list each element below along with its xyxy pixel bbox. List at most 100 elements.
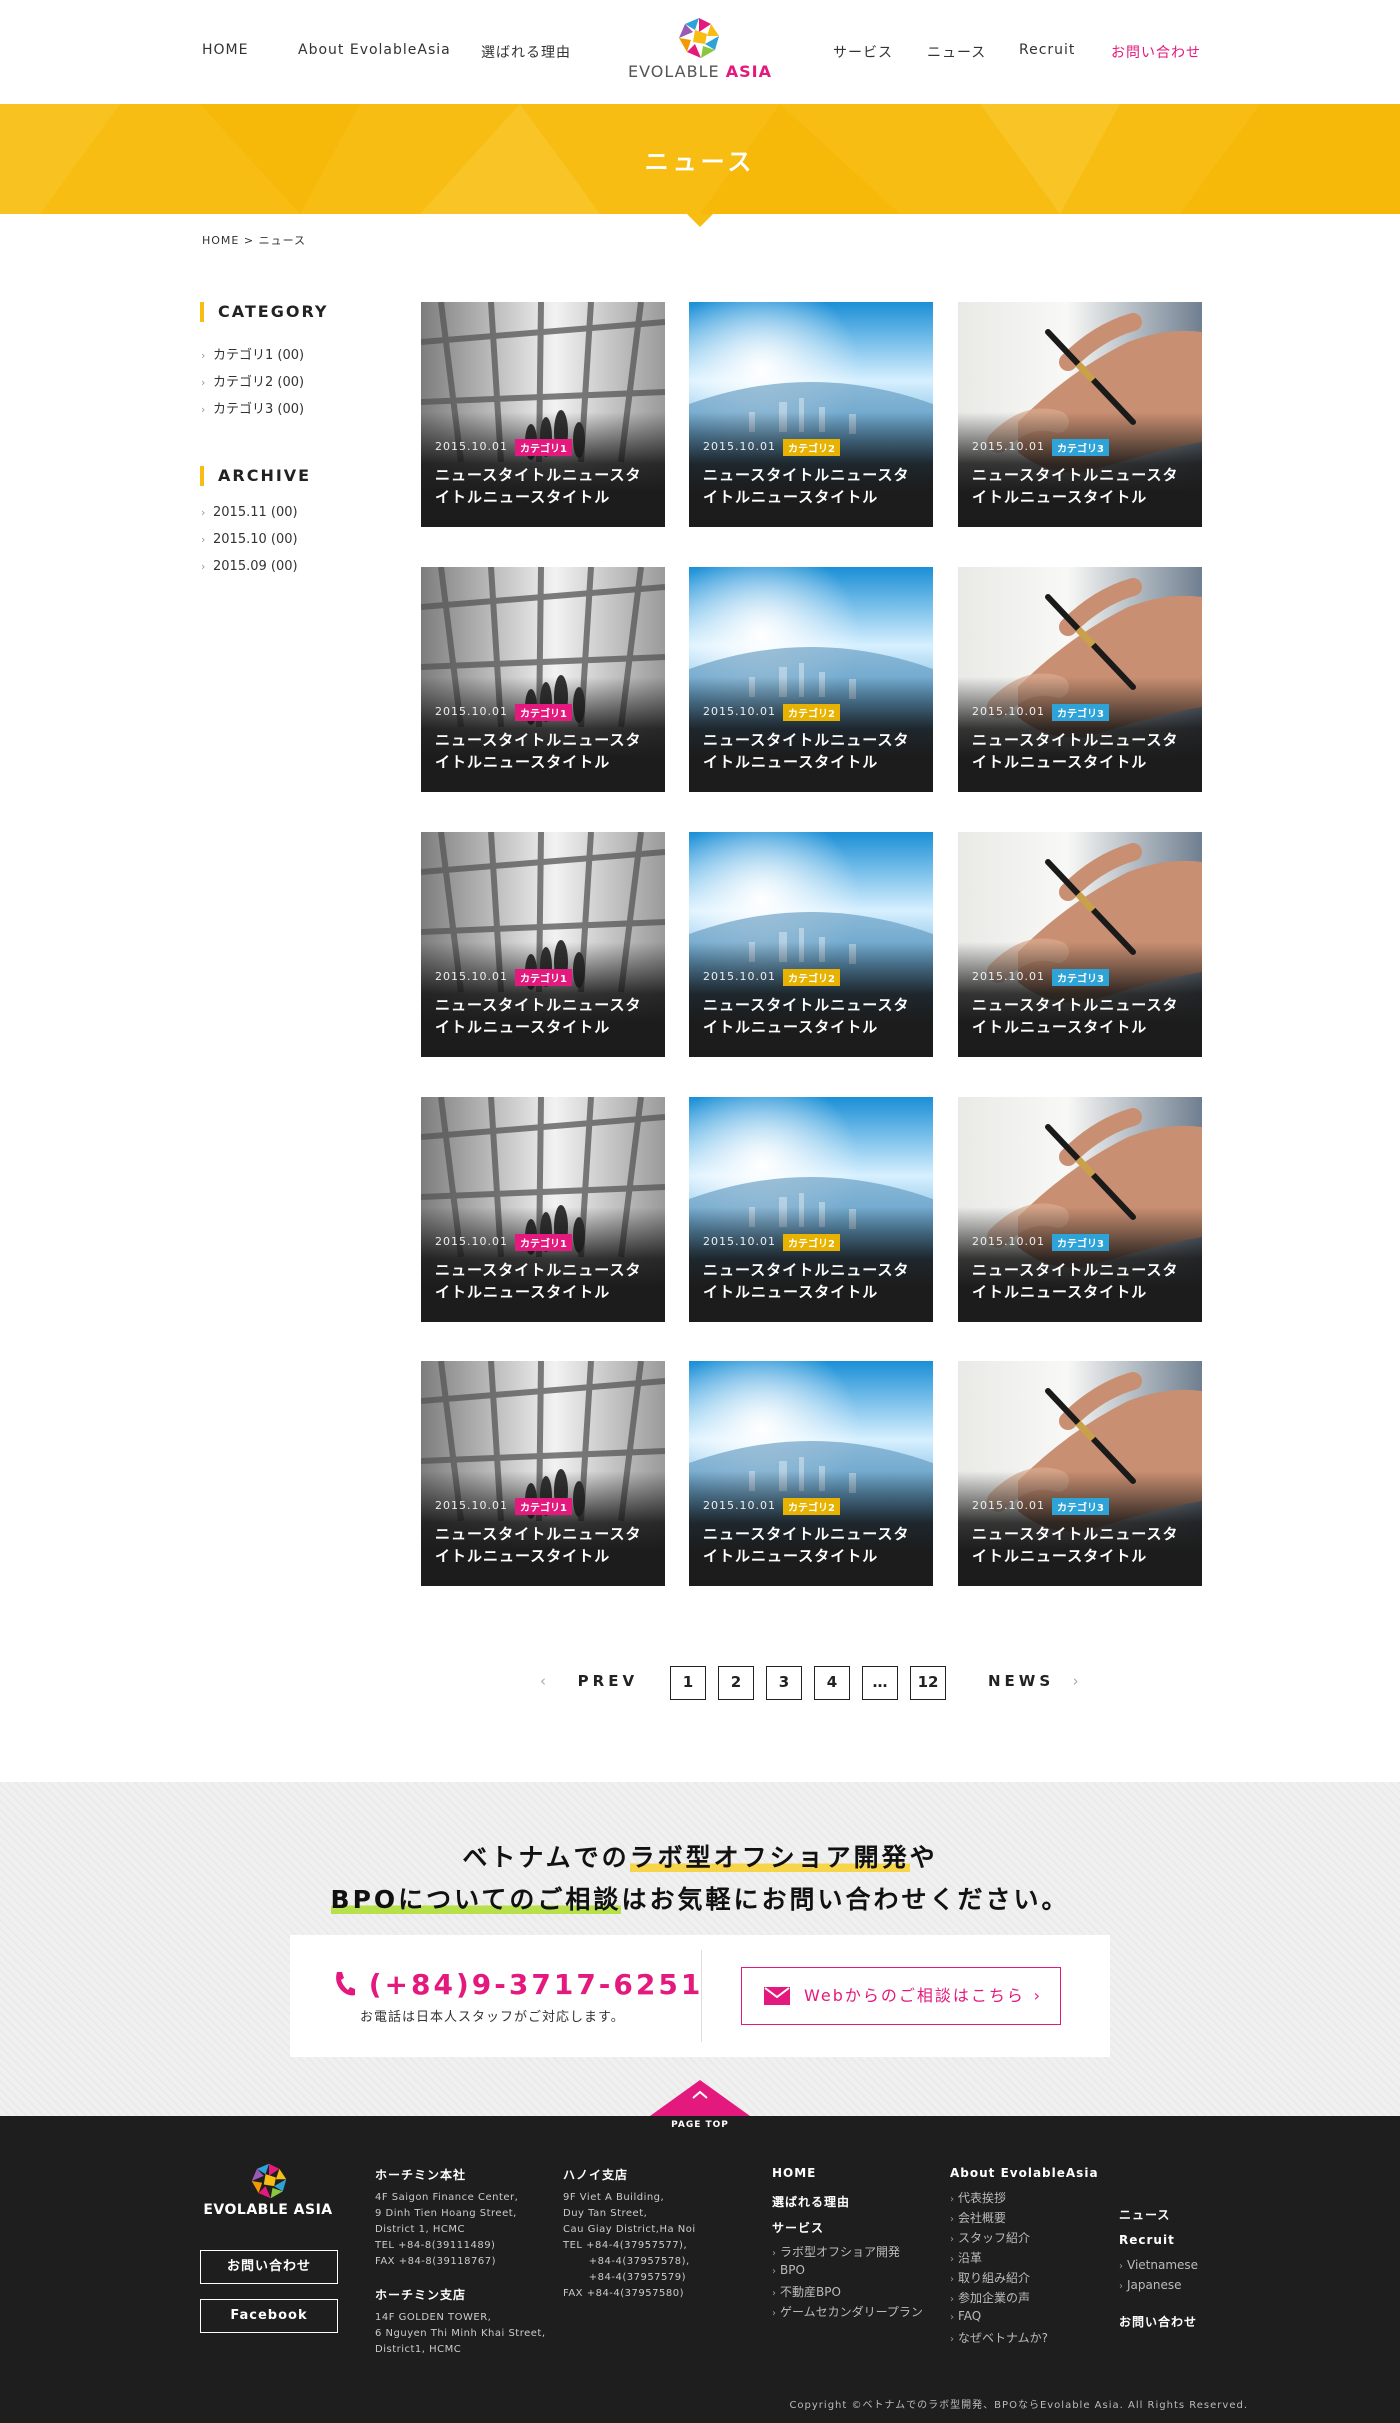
footer-facebook-button[interactable]: Facebook bbox=[200, 2299, 338, 2333]
chevron-right-icon: › bbox=[950, 2294, 954, 2305]
news-date: 2015.10.01 bbox=[435, 1235, 508, 1248]
footer-link-service[interactable]: サービス bbox=[772, 2219, 824, 2236]
footer-about-item[interactable]: › 取り組み紹介 bbox=[950, 2269, 1030, 2286]
news-card[interactable]: 2015.10.01 カテゴリ1 ニュースタイトルニュースタイトルニュースタイトル bbox=[421, 832, 665, 1057]
category-item[interactable]: › カテゴリ2 (00) bbox=[201, 371, 304, 390]
nav-reason[interactable]: 選ばれる理由 bbox=[481, 42, 571, 62]
news-title: ニュースタイトルニュースタイトルニュースタイトル bbox=[435, 731, 642, 771]
footer-about-heading[interactable]: About EvolableAsia bbox=[950, 2166, 1099, 2180]
news-date: 2015.10.01 bbox=[972, 705, 1045, 718]
footer-link-news[interactable]: ニュース bbox=[1119, 2206, 1170, 2223]
page-top-button[interactable] bbox=[650, 2080, 750, 2116]
news-title: ニュースタイトルニュースタイトルニュースタイトル bbox=[703, 731, 910, 771]
footer-link-home[interactable]: HOME bbox=[772, 2166, 816, 2180]
chevron-right-icon: › bbox=[201, 560, 206, 573]
news-card[interactable]: 2015.10.01 カテゴリ2 ニュースタイトルニュースタイトルニュースタイトル bbox=[689, 567, 933, 792]
chevron-right-icon: › bbox=[772, 2308, 776, 2319]
footer-link-recruit[interactable]: Recruit bbox=[1119, 2233, 1175, 2247]
category-tag: カテゴリ1 bbox=[515, 1498, 572, 1515]
nav-about[interactable]: About EvolableAsia bbox=[298, 42, 451, 58]
chevron-right-icon: › bbox=[201, 376, 206, 389]
footer-service-item[interactable]: › 不動産BPO bbox=[772, 2283, 841, 2300]
footer-logo-mark-icon bbox=[250, 2162, 288, 2200]
footer-about-item[interactable]: › 参加企業の声 bbox=[950, 2289, 1030, 2306]
nav-contact[interactable]: お問い合わせ bbox=[1111, 42, 1201, 62]
news-card[interactable]: 2015.10.01 カテゴリ1 ニュースタイトルニュースタイトルニュースタイトル bbox=[421, 1361, 665, 1586]
category-item[interactable]: › カテゴリ1 (00) bbox=[201, 344, 304, 363]
news-title: ニュースタイトルニュースタイトルニュースタイトル bbox=[972, 466, 1179, 506]
footer-recruit-item[interactable]: › Vietnamese bbox=[1119, 2258, 1198, 2272]
category-tag: カテゴリ1 bbox=[515, 1234, 572, 1251]
site-logo[interactable]: EVOLABLE ASIA bbox=[622, 16, 778, 82]
footer-about-item[interactable]: › スタッフ紹介 bbox=[950, 2229, 1030, 2246]
chevron-right-icon: › bbox=[772, 2248, 776, 2259]
footer-about-item[interactable]: › 会社概要 bbox=[950, 2209, 1006, 2226]
chevron-right-icon: › bbox=[950, 2214, 954, 2225]
news-date: 2015.10.01 bbox=[703, 1235, 776, 1248]
news-date: 2015.10.01 bbox=[703, 970, 776, 983]
category-tag: カテゴリ3 bbox=[1052, 1498, 1109, 1515]
page-top-label[interactable]: PAGE TOP bbox=[650, 2120, 750, 2130]
nav-home[interactable]: HOME bbox=[202, 42, 248, 58]
footer-about-item[interactable]: › FAQ bbox=[950, 2309, 981, 2323]
news-card[interactable]: 2015.10.01 カテゴリ2 ニュースタイトルニュースタイトルニュースタイトル bbox=[689, 832, 933, 1057]
archive-heading: ARCHIVE bbox=[200, 466, 311, 486]
footer-service-item[interactable]: › ラボ型オフショア開発 bbox=[772, 2243, 900, 2260]
page-link[interactable]: 2 bbox=[718, 1666, 754, 1700]
footer-about-item[interactable]: › なぜベトナムか? bbox=[950, 2329, 1048, 2346]
category-tag: カテゴリ3 bbox=[1052, 439, 1109, 456]
phone-number[interactable]: (+84)9-3717-6251 bbox=[332, 1968, 703, 2001]
footer-recruit-item[interactable]: › Japanese bbox=[1119, 2278, 1182, 2292]
news-card[interactable]: 2015.10.01 カテゴリ3 ニュースタイトルニュースタイトルニュースタイトル bbox=[958, 1361, 1202, 1586]
hcm-branch-heading: ホーチミン支店 bbox=[375, 2288, 467, 2302]
pagination-prev[interactable]: ‹ PREV bbox=[540, 1672, 638, 1690]
archive-item[interactable]: › 2015.09 (00) bbox=[201, 559, 298, 574]
page-link[interactable]: 4 bbox=[814, 1666, 850, 1700]
nav-news[interactable]: ニュース bbox=[927, 42, 986, 62]
footer-service-item[interactable]: › ゲームセカンダリープラン bbox=[772, 2303, 923, 2320]
chevron-left-icon: ‹ bbox=[540, 1672, 550, 1690]
footer-link-contact[interactable]: お問い合わせ bbox=[1119, 2313, 1197, 2330]
nav-recruit[interactable]: Recruit bbox=[1019, 42, 1075, 58]
news-title: ニュースタイトルニュースタイトルニュースタイトル bbox=[435, 1261, 642, 1301]
news-card[interactable]: 2015.10.01 カテゴリ1 ニュースタイトルニュースタイトルニュースタイトル bbox=[421, 1097, 665, 1322]
news-title: ニュースタイトルニュースタイトルニュースタイトル bbox=[435, 1525, 642, 1565]
page-link[interactable]: 12 bbox=[910, 1666, 946, 1700]
chevron-right-icon: › bbox=[1033, 1986, 1042, 2005]
news-card[interactable]: 2015.10.01 カテゴリ2 ニュースタイトルニュースタイトルニュースタイトル bbox=[689, 1361, 933, 1586]
category-item[interactable]: › カテゴリ3 (00) bbox=[201, 398, 304, 417]
archive-item[interactable]: › 2015.11 (00) bbox=[201, 505, 298, 520]
web-consult-button[interactable]: Webからのご相談はこちら › bbox=[741, 1967, 1061, 2025]
footer-service-item[interactable]: › BPO bbox=[772, 2263, 805, 2277]
phone-note: お電話は日本人スタッフがご対応します。 bbox=[360, 2010, 625, 2025]
news-title: ニュースタイトルニュースタイトルニュースタイトル bbox=[972, 1525, 1179, 1565]
page-link[interactable]: 3 bbox=[766, 1666, 802, 1700]
archive-item[interactable]: › 2015.10 (00) bbox=[201, 532, 298, 547]
hcm-office-address: 4F Saigon Finance Center, 9 Dinh Tien Ho… bbox=[375, 2192, 519, 2267]
category-tag: カテゴリ2 bbox=[783, 704, 840, 721]
news-card[interactable]: 2015.10.01 カテゴリ3 ニュースタイトルニュースタイトルニュースタイトル bbox=[958, 302, 1202, 527]
news-title: ニュースタイトルニュースタイトルニュースタイトル bbox=[972, 996, 1179, 1036]
pagination-next[interactable]: NEWS › bbox=[988, 1672, 1083, 1690]
page-link[interactable]: 1 bbox=[670, 1666, 706, 1700]
news-date: 2015.10.01 bbox=[435, 705, 508, 718]
chevron-right-icon: › bbox=[950, 2312, 954, 2323]
category-tag: カテゴリ1 bbox=[515, 969, 572, 986]
news-card[interactable]: 2015.10.01 カテゴリ1 ニュースタイトルニュースタイトルニュースタイトル bbox=[421, 567, 665, 792]
hcm-branch-address: 14F GOLDEN TOWER, 6 Nguyen Thi Minh Khai… bbox=[375, 2312, 546, 2355]
news-card[interactable]: 2015.10.01 カテゴリ3 ニュースタイトルニュースタイトルニュースタイトル bbox=[958, 832, 1202, 1057]
news-card[interactable]: 2015.10.01 カテゴリ3 ニュースタイトルニュースタイトルニュースタイトル bbox=[958, 1097, 1202, 1322]
nav-service[interactable]: サービス bbox=[833, 42, 893, 62]
news-card[interactable]: 2015.10.01 カテゴリ2 ニュースタイトルニュースタイトルニュースタイトル bbox=[689, 1097, 933, 1322]
news-card[interactable]: 2015.10.01 カテゴリ2 ニュースタイトルニュースタイトルニュースタイトル bbox=[689, 302, 933, 527]
logo-mark-icon bbox=[678, 17, 720, 59]
footer-about-item[interactable]: › 代表挨拶 bbox=[950, 2189, 1006, 2206]
chevron-right-icon: › bbox=[950, 2234, 954, 2245]
footer-contact-button[interactable]: お問い合わせ bbox=[200, 2250, 338, 2284]
news-title: ニュースタイトルニュースタイトルニュースタイトル bbox=[703, 996, 910, 1036]
news-card[interactable]: 2015.10.01 カテゴリ3 ニュースタイトルニュースタイトルニュースタイトル bbox=[958, 567, 1202, 792]
footer-about-item[interactable]: › 沿革 bbox=[950, 2249, 982, 2266]
footer-link-reason[interactable]: 選ばれる理由 bbox=[772, 2193, 850, 2210]
news-card[interactable]: 2015.10.01 カテゴリ1 ニュースタイトルニュースタイトルニュースタイトル bbox=[421, 302, 665, 527]
news-title: ニュースタイトルニュースタイトルニュースタイトル bbox=[703, 466, 910, 506]
